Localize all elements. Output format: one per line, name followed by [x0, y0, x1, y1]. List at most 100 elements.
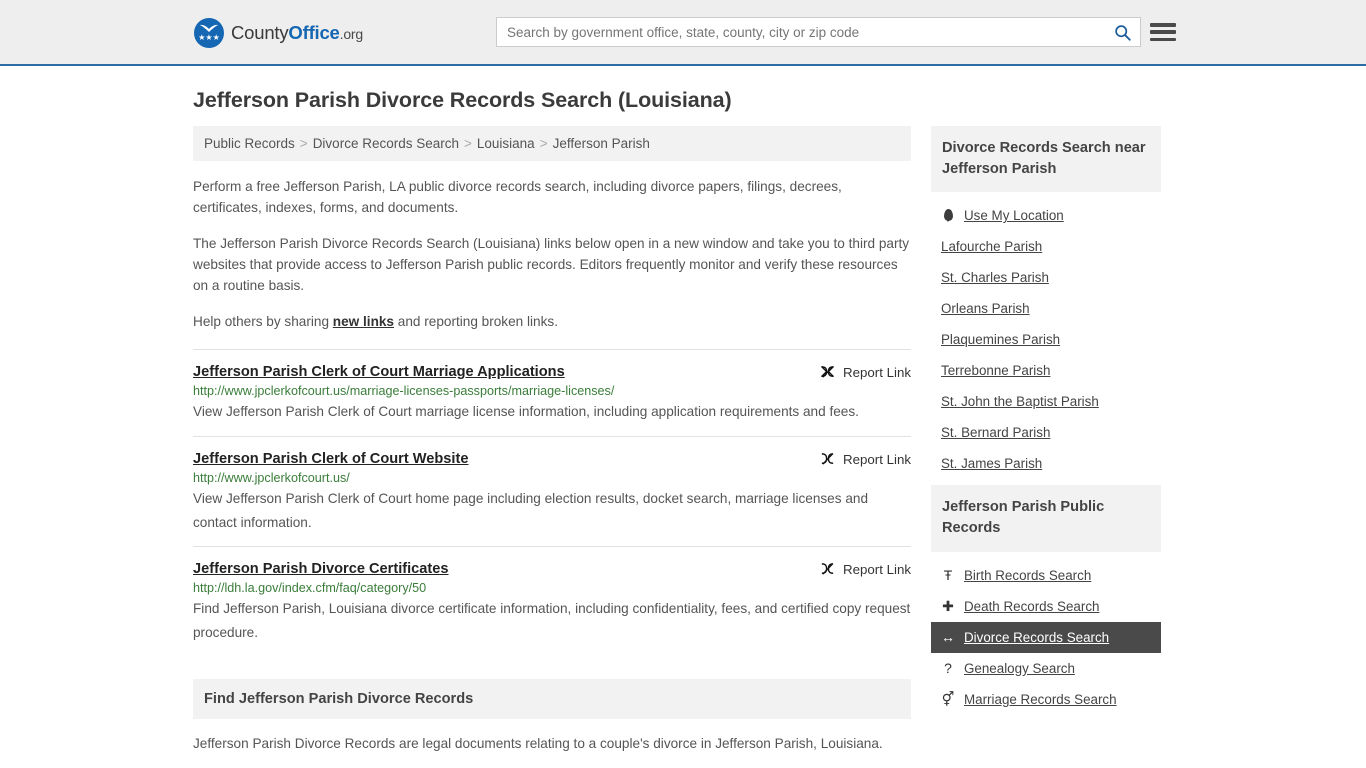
breadcrumb-item-louisiana[interactable]: Louisiana — [477, 136, 535, 151]
sidebar-link-label[interactable]: St. John the Baptist Parish — [941, 394, 1099, 409]
site-header: ★★★ CountyOffice.org — [0, 0, 1366, 66]
sidebar-link-label[interactable]: Plaquemines Parish — [941, 332, 1060, 347]
result-description: Find Jefferson Parish, Louisiana divorce… — [193, 601, 911, 641]
hamburger-menu-icon[interactable] — [1150, 21, 1176, 43]
map-pin-icon — [941, 208, 955, 223]
result-item: Jefferson Parish Clerk of Court Website … — [193, 435, 911, 547]
sidebar-link-label[interactable]: Divorce Records Search — [964, 630, 1109, 645]
sidebar-link-label[interactable]: Terrebonne Parish — [941, 363, 1050, 378]
sidebar-item-lafourche-parish[interactable]: Lafourche Parish — [931, 231, 1161, 262]
breadcrumb-separator: > — [299, 136, 308, 151]
sidebar-item-st-james-parish[interactable]: St. James Parish — [931, 448, 1161, 479]
sidebar-link-label[interactable]: St. Charles Parish — [941, 270, 1049, 285]
search-bar[interactable] — [496, 17, 1141, 47]
report-link-button[interactable]: Report Link — [820, 452, 911, 467]
broken-link-icon — [821, 366, 834, 378]
sidebar-item-st-bernard-parish[interactable]: St. Bernard Parish — [931, 417, 1161, 448]
sidebar-link-label[interactable]: Lafourche Parish — [941, 239, 1042, 254]
cross-icon: ✚ — [942, 598, 954, 615]
site-logo-link[interactable]: ★★★ CountyOffice.org — [194, 18, 363, 48]
breadcrumb-separator: > — [464, 136, 472, 151]
question-mark-icon: ? — [944, 660, 952, 677]
result-title-link[interactable]: Jefferson Parish Clerk of Court Marriage… — [193, 364, 565, 380]
hamburger-bar-1 — [1150, 23, 1176, 27]
share-text-before: Help others by sharing — [193, 314, 333, 330]
sidebar-link-label[interactable]: Marriage Records Search — [964, 692, 1117, 707]
sidebar-item-death-records-search[interactable]: ✚ Death Records Search — [931, 591, 1161, 622]
result-title-link[interactable]: Jefferson Parish Divorce Certificates — [193, 561, 449, 577]
sidebar-link-label[interactable]: St. Bernard Parish — [941, 425, 1050, 440]
stars-icon: ★★★ — [198, 33, 220, 42]
breadcrumb-separator: > — [539, 136, 548, 151]
sidebar-item-st-charles-parish[interactable]: St. Charles Parish — [931, 262, 1161, 293]
search-button[interactable] — [1104, 18, 1140, 46]
result-header: Jefferson Parish Clerk of Court Marriage… — [193, 364, 911, 380]
sidebar-link-label[interactable]: Birth Records Search — [964, 568, 1091, 583]
share-text-after: and reporting broken links. — [394, 314, 558, 330]
sidebar-link-label[interactable]: Genealogy Search — [964, 661, 1075, 676]
sidebar-link-label[interactable]: Use My Location — [964, 208, 1064, 223]
sidebar-item-genealogy-search[interactable]: ? Genealogy Search — [931, 653, 1161, 684]
sidebar-item-marriage-records-search[interactable]: ⚥ Marriage Records Search — [931, 684, 1161, 715]
result-description: View Jefferson Parish Clerk of Court mar… — [193, 403, 859, 419]
intro-paragraph-1: Perform a free Jefferson Parish, LA publ… — [193, 179, 842, 215]
left-right-arrow-icon: ↔ — [941, 629, 955, 646]
broken-link-icon — [821, 452, 834, 465]
result-url: http://www.jpclerkofcourt.us/marriage-li… — [193, 383, 615, 398]
result-title-link[interactable]: Jefferson Parish Clerk of Court Website — [193, 451, 468, 467]
sidebar-nearby-list: Use My Location Lafourche Parish St. Cha… — [931, 192, 1161, 479]
search-input[interactable] — [497, 18, 1104, 46]
search-icon — [1114, 24, 1131, 41]
find-records-body: Jefferson Parish Divorce Records are leg… — [193, 735, 883, 751]
result-item: Jefferson Parish Divorce Certificates Re… — [193, 546, 911, 657]
brand-part-county: County — [231, 22, 289, 43]
intro-text: Perform a free Jefferson Parish, LA publ… — [193, 177, 911, 333]
sidebar-item-terrebonne-parish[interactable]: Terrebonne Parish — [931, 355, 1161, 386]
sidebar-item-divorce-records-search[interactable]: ↔ Divorce Records Search — [931, 621, 1161, 653]
report-link-label: Report Link — [843, 562, 911, 578]
result-description: View Jefferson Parish Clerk of Court hom… — [193, 490, 869, 530]
result-header: Jefferson Parish Divorce Certificates Re… — [193, 561, 911, 577]
sidebar-item-st-john-the-baptist-parish[interactable]: St. John the Baptist Parish — [931, 386, 1161, 417]
sidebar-public-records-box: Jefferson Parish Public Records Ŧ Birth … — [931, 485, 1161, 714]
sidebar-nearby-box: Divorce Records Search near Jefferson Pa… — [931, 126, 1161, 479]
find-records-heading: Find Jefferson Parish Divorce Records — [193, 678, 911, 719]
sidebar-link-label[interactable]: St. James Parish — [941, 456, 1042, 471]
sidebar-link-label[interactable]: Death Records Search — [964, 599, 1099, 614]
sidebar: Divorce Records Search near Jefferson Pa… — [931, 126, 1161, 721]
breadcrumb-item-divorce-records-search[interactable]: Divorce Records Search — [313, 136, 459, 151]
report-link-label: Report Link — [843, 364, 911, 380]
breadcrumb-item-public-records[interactable]: Public Records — [204, 136, 295, 151]
intro-paragraph-3: Help others by sharing new links and rep… — [193, 312, 911, 333]
breadcrumb-item-jefferson-parish[interactable]: Jefferson Parish — [553, 136, 650, 151]
countyoffice-logo-icon: ★★★ — [194, 18, 224, 48]
result-url: http://ldh.la.gov/index.cfm/faq/category… — [193, 581, 427, 596]
sidebar-public-records-heading: Jefferson Parish Public Records — [931, 485, 1161, 552]
hamburger-bar-3 — [1150, 37, 1176, 41]
report-link-button[interactable]: Report Link — [820, 365, 911, 380]
sidebar-item-orleans-parish[interactable]: Orleans Parish — [931, 293, 1161, 324]
sidebar-public-records-list: Ŧ Birth Records Search ✚ Death Records S… — [931, 552, 1161, 715]
broken-link-icon — [821, 563, 834, 575]
result-url: http://www.jpclerkofcourt.us/ — [193, 470, 350, 485]
content-columns: Public Records > Divorce Records Search > Lo… — [193, 126, 1173, 755]
hamburger-bar-2 — [1150, 30, 1176, 34]
brand-part-office: Office — [288, 22, 340, 43]
report-link-button[interactable]: Report Link — [820, 562, 911, 577]
new-links-link[interactable]: new links — [333, 314, 394, 329]
brand-part-tld: .org — [339, 26, 364, 42]
report-link-label: Report Link — [843, 451, 911, 467]
sidebar-nearby-heading: Divorce Records Search near Jefferson Pa… — [931, 126, 1161, 193]
baby-icon: Ŧ — [943, 567, 953, 584]
gender-symbols-icon: ⚥ — [941, 691, 955, 708]
eagle-wing-icon — [200, 24, 218, 32]
sidebar-link-label[interactable]: Orleans Parish — [941, 301, 1030, 316]
page-title: Jefferson Parish Divorce Records Search … — [193, 88, 732, 112]
page-body: Jefferson Parish Divorce Records Search … — [0, 88, 1366, 755]
brand-wordmark: CountyOffice.org — [231, 22, 363, 44]
sidebar-item-birth-records-search[interactable]: Ŧ Birth Records Search — [931, 560, 1161, 591]
sidebar-item-use-my-location[interactable]: Use My Location — [931, 200, 1161, 231]
sidebar-item-plaquemines-parish[interactable]: Plaquemines Parish — [931, 324, 1161, 355]
content-container: Jefferson Parish Divorce Records Search … — [193, 88, 1173, 755]
result-header: Jefferson Parish Clerk of Court Website … — [193, 451, 911, 467]
